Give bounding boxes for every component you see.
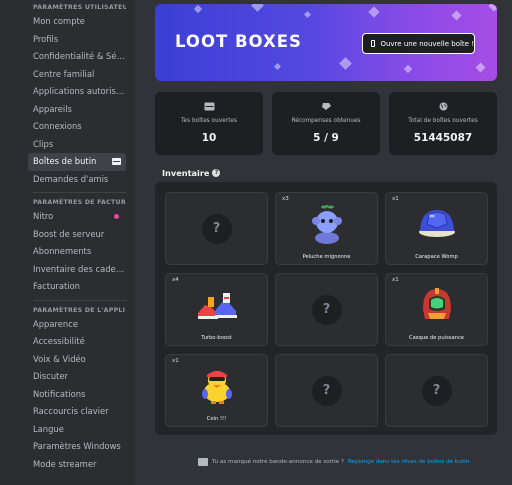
nitro-dot-icon: [114, 214, 119, 219]
unknown-item-icon: ?: [421, 375, 452, 406]
sidebar-item-windows-settings[interactable]: Paramètres Windows: [28, 438, 126, 456]
box-icon: [204, 102, 215, 111]
item-name: Carapace Womp: [415, 254, 458, 260]
stat-card-boxes-opened: Tes boîtes ouvertes 10: [155, 92, 263, 155]
open-new-box-label: Ouvre une nouvelle boîte !: [380, 39, 474, 48]
section-header-user: PARAMÈTRES UTILISATEUR: [33, 4, 126, 11]
sidebar-item-keybinds[interactable]: Raccourcis clavier: [28, 403, 126, 421]
item-quantity: x1: [392, 277, 399, 283]
stat-label: Récompenses obtenues: [291, 118, 361, 124]
clapperboard-icon: [198, 458, 208, 466]
item-quantity: x1: [172, 358, 179, 364]
sidebar-item-nitro[interactable]: Nitro: [28, 208, 126, 226]
cube-decoration-icon: [368, 6, 380, 18]
cube-decoration-icon: [451, 10, 462, 21]
stat-label: Tes boîtes ouvertes: [181, 118, 237, 124]
sidebar-item-voice-video[interactable]: Voix & Vidéo: [28, 351, 126, 369]
stat-card-total-opened: Total de boîtes ouvertes 51445087: [389, 92, 497, 155]
sidebar-item-streamer-mode[interactable]: Mode streamer: [28, 456, 126, 474]
divider: [33, 299, 127, 301]
shoes-icon: [197, 293, 237, 319]
stat-value: 5 / 9: [313, 132, 339, 144]
stat-label: Total de boîtes ouvertes: [408, 118, 478, 124]
inventory-item-locked[interactable]: ?: [165, 192, 268, 265]
cube-decoration-icon: [303, 10, 312, 19]
cube-decoration-icon: [251, 4, 264, 12]
item-name: Peluche mignonne: [302, 254, 351, 260]
sidebar-item-friend-requests[interactable]: Demandes d'amis: [28, 171, 126, 189]
sidebar-item-label: Boîtes de butin: [33, 156, 97, 166]
cube-decoration-icon: [273, 62, 282, 71]
divider: [33, 192, 127, 193]
stat-value: 10: [201, 132, 217, 144]
help-icon[interactable]: ?: [212, 169, 221, 177]
trailer-link[interactable]: Replonge dans tes rêves de boîtes de but…: [348, 459, 471, 465]
cube-decoration-icon: [488, 4, 497, 12]
banner-title: LOOT BOXES: [175, 32, 302, 51]
stats-row: Tes boîtes ouvertes 10 Récompenses obten…: [155, 92, 497, 155]
open-new-box-button[interactable]: Ouvre une nouvelle boîte !: [362, 33, 475, 54]
globe-icon: [438, 102, 449, 111]
settings-sidebar: PARAMÈTRES UTILISATEUR Mon compte Profil…: [0, 0, 135, 485]
inventory-item-locked[interactable]: ?: [275, 354, 378, 427]
item-quantity: x1: [392, 196, 399, 202]
sidebar-item-authorized-apps[interactable]: Applications autorisées: [28, 83, 126, 101]
unknown-item-icon: ?: [311, 294, 342, 325]
shell-icon: [418, 210, 455, 237]
ticket-icon: [321, 102, 332, 111]
inventory-item-plush[interactable]: x3 Peluche mignonne: [275, 192, 378, 265]
sidebar-item-accessibility[interactable]: Accessibilité: [28, 333, 126, 351]
sidebar-item-server-boost[interactable]: Boost de serveur: [28, 226, 126, 244]
stat-value: 51445087: [413, 132, 473, 144]
sidebar-item-subscriptions[interactable]: Abonnements: [28, 243, 126, 261]
sidebar-item-billing[interactable]: Facturation: [28, 278, 126, 296]
section-header-billing: PARAMÈTRES DE FACTURA...: [33, 199, 126, 206]
loot-boxes-banner: LOOT BOXES Ouvre une nouvelle boîte !: [155, 4, 497, 81]
inventory-item-turbo-boost[interactable]: x4 Turbo-boost: [165, 273, 268, 346]
helmet-icon: [422, 288, 451, 319]
plush-icon: [311, 205, 342, 244]
stat-card-rewards: Récompenses obtenues 5 / 9: [272, 92, 380, 155]
inventory-heading: Inventaire ?: [162, 168, 221, 178]
item-quantity: x3: [282, 196, 289, 202]
item-name: Turbo-boost: [201, 335, 232, 341]
inventory-item-locked[interactable]: ?: [385, 354, 488, 427]
inventory-item-locked[interactable]: ?: [275, 273, 378, 346]
item-name: Coin !!!: [206, 416, 227, 422]
sidebar-item-my-account[interactable]: Mon compte: [28, 13, 126, 31]
sidebar-item-chat[interactable]: Discuter: [28, 368, 126, 386]
inventory-item-duck[interactable]: x1 Coin !!!: [165, 354, 268, 427]
sidebar-item-devices[interactable]: Appareils: [28, 101, 126, 119]
sidebar-item-family-center[interactable]: Centre familial: [28, 66, 126, 84]
loot-boxes-panel: LOOT BOXES Ouvre une nouvelle boîte ! Te…: [135, 0, 512, 485]
sidebar-item-loot-boxes[interactable]: Boîtes de butin: [28, 153, 126, 171]
section-header-app: PARAMÈTRES DE L'APPLI: [33, 306, 126, 314]
inventory-grid: ? x3 Peluche mignonne x1 Carapace Womp x…: [155, 182, 497, 435]
inventory-item-helmet[interactable]: x1 Casque de puissance: [385, 273, 488, 346]
unknown-item-icon: ?: [311, 375, 342, 406]
sidebar-item-language[interactable]: Langue: [28, 421, 126, 439]
sidebar-item-label: Nitro: [33, 211, 54, 221]
cube-decoration-icon: [339, 57, 352, 70]
cube-decoration-icon: [403, 64, 413, 74]
sidebar-item-appearance[interactable]: Apparence: [28, 316, 126, 334]
cube-decoration-icon: [475, 62, 486, 73]
new-badge-icon: [112, 158, 121, 165]
item-name: Casque de puissance: [409, 335, 464, 341]
sidebar-item-clips[interactable]: Clips: [28, 136, 126, 154]
footer-text: Tu as manqué notre bande-annonce de sort…: [212, 459, 344, 465]
inventory-item-shell[interactable]: x1 Carapace Womp: [385, 192, 488, 265]
sidebar-item-profiles[interactable]: Profils: [28, 31, 126, 49]
duck-icon: [201, 371, 232, 404]
sidebar-item-notifications[interactable]: Notifications: [28, 386, 126, 404]
trailer-footer: Tu as manqué notre bande-annonce de sort…: [198, 458, 471, 466]
inventory-title: Inventaire: [162, 168, 210, 178]
sidebar-item-gift-inventory[interactable]: Inventaire des cadeaux: [28, 261, 126, 279]
unknown-item-icon: ?: [201, 213, 232, 244]
cube-decoration-icon: [193, 4, 203, 14]
sidebar-item-connections[interactable]: Connexions: [28, 118, 126, 136]
sidebar-item-privacy[interactable]: Confidentialité & Sécur...: [28, 48, 126, 66]
item-quantity: x4: [172, 277, 179, 283]
box-icon: [371, 40, 376, 47]
